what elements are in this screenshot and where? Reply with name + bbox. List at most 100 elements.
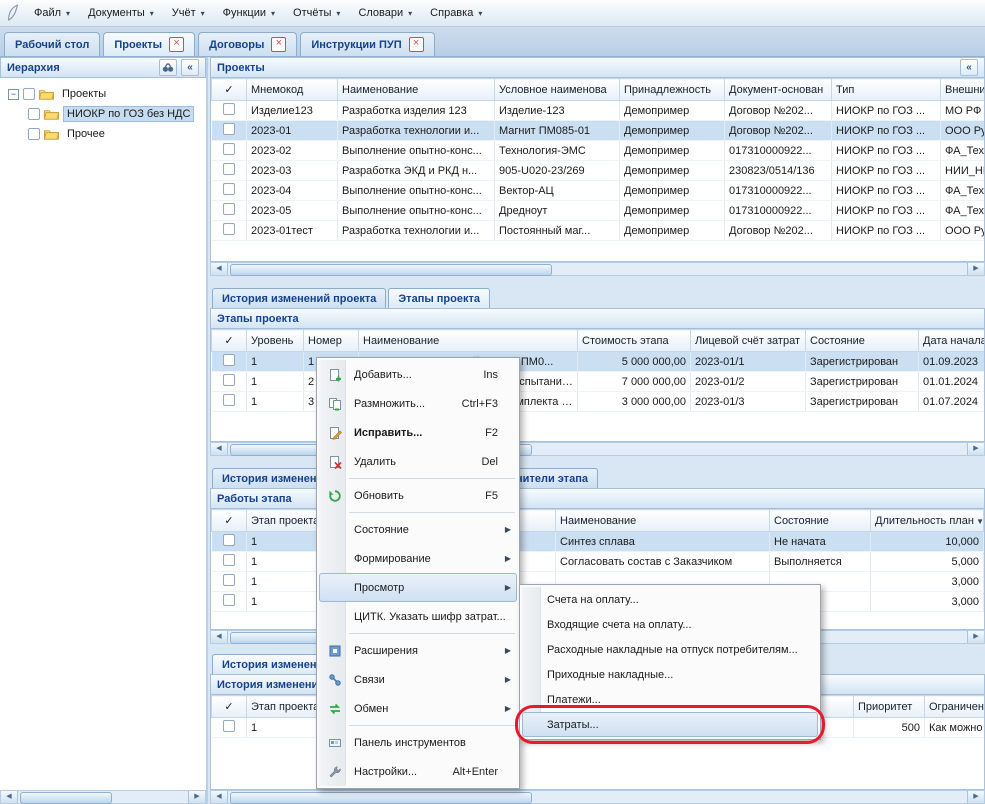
menubar-item[interactable]: Документы▾: [80, 4, 162, 22]
column-header[interactable]: Условное наименова: [495, 79, 620, 101]
menubar-item[interactable]: Учёт▾: [164, 4, 213, 22]
select-all-column-header[interactable]: ✓: [212, 79, 247, 101]
projects-horizontal-scrollbar[interactable]: [210, 262, 985, 276]
row-checkbox[interactable]: [223, 554, 235, 566]
tab[interactable]: История изменений проекта: [212, 288, 386, 308]
tree-item[interactable]: НИОКР по ГОЗ без НДС: [2, 104, 204, 124]
scrollbar-thumb[interactable]: [230, 264, 552, 276]
select-all-column-header[interactable]: ✓: [212, 510, 247, 532]
tree-checkbox[interactable]: [28, 128, 40, 140]
scroll-left-button[interactable]: [211, 631, 228, 643]
menu-item[interactable]: ЦИТК. Указать шифр затрат...: [319, 602, 517, 631]
column-header[interactable]: Ограничение: [925, 696, 985, 718]
scroll-left-button[interactable]: [211, 443, 228, 455]
row-checkbox[interactable]: [223, 394, 235, 406]
tab-close-icon[interactable]: ×: [271, 37, 286, 52]
menu-item[interactable]: Добавить...Ins: [319, 360, 517, 389]
scroll-right-button[interactable]: [188, 791, 205, 803]
row-checkbox[interactable]: [223, 720, 235, 732]
table-row[interactable]: 2023-05Выполнение опытно-конс...Дредноут…: [212, 201, 985, 221]
tree-item[interactable]: Прочее: [2, 124, 204, 144]
column-header[interactable]: Приоритет: [854, 696, 925, 718]
tab[interactable]: Инструкции ПУП×: [300, 32, 434, 56]
tab-close-icon[interactable]: ×: [409, 37, 424, 52]
tab[interactable]: Договоры×: [198, 32, 297, 56]
select-all-column-header[interactable]: ✓: [212, 696, 247, 718]
sidebar-horizontal-scrollbar[interactable]: [0, 790, 206, 804]
menu-item[interactable]: Затраты...: [522, 712, 818, 737]
tab[interactable]: Этапы проекта: [388, 288, 490, 308]
scroll-right-button[interactable]: [967, 443, 984, 455]
column-header[interactable]: Лицевой счёт затрат: [691, 330, 806, 352]
row-checkbox[interactable]: [223, 183, 235, 195]
column-header[interactable]: Мнемокод: [247, 79, 338, 101]
column-header[interactable]: Дата начала план: [919, 330, 985, 352]
column-header[interactable]: Стоимость этапа: [578, 330, 691, 352]
menu-item[interactable]: Состояние▶: [319, 515, 517, 544]
tree-item-label[interactable]: НИОКР по ГОЗ без НДС: [63, 106, 194, 122]
menu-item[interactable]: Панель инструментов: [319, 728, 517, 757]
column-header[interactable]: Тип: [832, 79, 941, 101]
row-checkbox[interactable]: [223, 374, 235, 386]
menu-item[interactable]: Расширения▶: [319, 636, 517, 665]
row-checkbox[interactable]: [223, 163, 235, 175]
column-header[interactable]: Уровень: [247, 330, 304, 352]
select-all-column-header[interactable]: ✓: [212, 330, 247, 352]
collapse-node-icon[interactable]: [8, 89, 19, 100]
column-header[interactable]: Состояние: [770, 510, 871, 532]
table-row[interactable]: 2023-01тестРазработка технологии и...Пос…: [212, 221, 985, 241]
table-row[interactable]: 2023-02Выполнение опытно-конс...Технолог…: [212, 141, 985, 161]
collapse-panel-icon[interactable]: [181, 59, 199, 76]
menu-item[interactable]: Приходные накладные...: [522, 662, 818, 687]
tree-item-root[interactable]: Проекты: [2, 84, 204, 104]
tree-checkbox[interactable]: [28, 108, 40, 120]
column-header[interactable]: Длительность план ▼: [871, 510, 984, 532]
menu-item[interactable]: Формирование▶: [319, 544, 517, 573]
tree-item-label[interactable]: Прочее: [63, 126, 109, 142]
menu-item[interactable]: Входящие счета на оплату...: [522, 612, 818, 637]
menu-item[interactable]: Обмен▶: [319, 694, 517, 723]
menu-item[interactable]: Связи▶: [319, 665, 517, 694]
column-header[interactable]: Наименование: [359, 330, 578, 352]
menu-item[interactable]: Платежи...: [522, 687, 818, 712]
row-checkbox[interactable]: [223, 574, 235, 586]
menubar-item[interactable]: Отчёты▾: [285, 4, 348, 22]
scrollbar-thumb[interactable]: [20, 792, 112, 804]
menubar-item[interactable]: Файл▾: [26, 4, 78, 22]
menubar-item[interactable]: Словари▾: [350, 4, 420, 22]
scroll-right-button[interactable]: [967, 263, 984, 275]
scroll-right-button[interactable]: [967, 631, 984, 643]
row-checkbox[interactable]: [223, 354, 235, 366]
scroll-right-button[interactable]: [967, 791, 984, 803]
menu-item[interactable]: ОбновитьF5: [319, 481, 517, 510]
column-header[interactable]: Состояние: [806, 330, 919, 352]
menu-item[interactable]: Настройки...Alt+Enter: [319, 757, 517, 786]
tab-close-icon[interactable]: ×: [169, 37, 184, 52]
menu-item[interactable]: Расходные накладные на отпуск потребител…: [522, 637, 818, 662]
column-header[interactable]: Принадлежность: [620, 79, 725, 101]
tab[interactable]: Проекты×: [103, 32, 195, 56]
table-row[interactable]: Изделие123Разработка изделия 123Изделие-…: [212, 101, 985, 121]
menu-item[interactable]: Исправить...F2: [319, 418, 517, 447]
row-checkbox[interactable]: [223, 123, 235, 135]
row-checkbox[interactable]: [223, 534, 235, 546]
row-checkbox[interactable]: [223, 223, 235, 235]
table-row[interactable]: 2023-01Разработка технологии и...Магнит …: [212, 121, 985, 141]
tab[interactable]: Рабочий стол: [4, 32, 100, 56]
history-horizontal-scrollbar[interactable]: [210, 790, 985, 804]
binoculars-search-icon[interactable]: [159, 59, 177, 76]
row-checkbox[interactable]: [223, 143, 235, 155]
column-header[interactable]: Номер: [304, 330, 359, 352]
column-header[interactable]: Документ-основан: [725, 79, 832, 101]
menu-item[interactable]: Счета на оплату...: [522, 587, 818, 612]
menubar-item[interactable]: Функции▾: [215, 4, 283, 22]
menu-item[interactable]: Размножить...Ctrl+F3: [319, 389, 517, 418]
scroll-left-button[interactable]: [1, 791, 18, 803]
column-header[interactable]: Внешний заказчик: [941, 79, 985, 101]
column-header[interactable]: Наименование: [338, 79, 495, 101]
scroll-left-button[interactable]: [211, 791, 228, 803]
collapse-panel-icon[interactable]: [960, 59, 978, 76]
tree-item-label[interactable]: Проекты: [58, 86, 110, 102]
menubar-item[interactable]: Справка▾: [422, 4, 490, 22]
menu-item[interactable]: УдалитьDel: [319, 447, 517, 476]
